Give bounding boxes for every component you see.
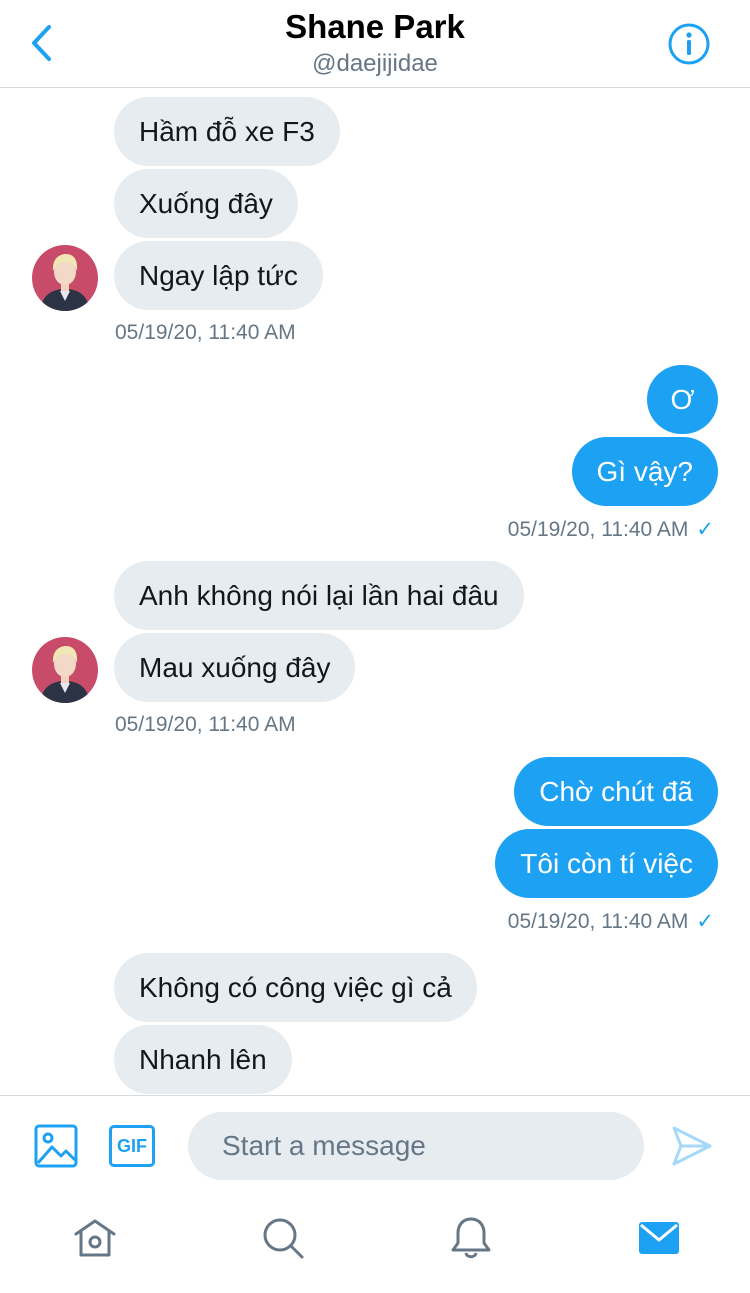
outgoing-message[interactable]: Gì vậy? bbox=[571, 437, 718, 506]
tab-search[interactable] bbox=[258, 1213, 308, 1263]
image-icon bbox=[34, 1124, 78, 1168]
avatar-image bbox=[32, 245, 98, 311]
info-button[interactable] bbox=[666, 21, 712, 67]
incoming-message[interactable]: Xuống đây bbox=[114, 169, 298, 238]
mail-icon bbox=[639, 1222, 679, 1254]
home-icon bbox=[74, 1219, 116, 1257]
message-timestamp: 05/19/20, 11:40 AM ✓ bbox=[508, 909, 714, 934]
image-button[interactable] bbox=[30, 1120, 82, 1172]
bell-icon bbox=[451, 1217, 491, 1259]
message-text: Nhanh lên bbox=[139, 1043, 267, 1075]
timestamp-text: 05/19/20, 11:40 AM bbox=[507, 910, 689, 933]
message-input[interactable] bbox=[188, 1112, 644, 1180]
message-text: Hầm đỗ xe F3 bbox=[139, 115, 315, 147]
message-text: Ơ bbox=[670, 383, 695, 415]
tab-home[interactable] bbox=[70, 1213, 120, 1263]
message-text: Anh không nói lại lần hai đâu bbox=[139, 579, 499, 611]
send-icon bbox=[672, 1126, 712, 1166]
incoming-message[interactable]: Anh không nói lại lần hai đâu bbox=[114, 561, 524, 630]
message-timestamp: 05/19/20, 11:40 AM ✓ bbox=[508, 517, 714, 542]
timestamp-text: 05/19/20, 11:40 AM bbox=[507, 518, 689, 541]
incoming-message[interactable]: Nhanh lên bbox=[114, 1025, 292, 1094]
message-text: Chờ chút đã bbox=[539, 775, 693, 807]
avatar-image bbox=[32, 637, 98, 703]
info-icon bbox=[668, 23, 710, 65]
gif-label: GIF bbox=[117, 1135, 147, 1156]
avatar[interactable] bbox=[32, 637, 98, 703]
read-check-icon: ✓ bbox=[696, 910, 714, 933]
tab-messages[interactable] bbox=[634, 1213, 684, 1263]
outgoing-message[interactable]: Chờ chút đã bbox=[514, 757, 718, 826]
message-timestamp: 05/19/20, 11:40 AM bbox=[115, 713, 296, 736]
tab-notifications[interactable] bbox=[446, 1213, 496, 1263]
incoming-message[interactable]: Ngay lập tức bbox=[114, 241, 323, 310]
gif-icon: GIF bbox=[109, 1125, 155, 1167]
incoming-message[interactable]: Mau xuống đây bbox=[114, 633, 356, 702]
tab-bar bbox=[0, 1195, 750, 1293]
avatar[interactable] bbox=[32, 245, 98, 311]
contact-name[interactable]: Shane Park bbox=[0, 8, 750, 46]
incoming-message[interactable]: Không có công việc gì cả bbox=[114, 953, 477, 1022]
message-text: Không có công việc gì cả bbox=[139, 971, 452, 1003]
message-text: Xuống đây bbox=[139, 187, 273, 219]
message-timestamp: 05/19/20, 11:40 AM bbox=[115, 321, 296, 344]
contact-handle[interactable]: @daejijidae bbox=[0, 50, 750, 78]
outgoing-message[interactable]: Ơ bbox=[647, 365, 718, 434]
read-check-icon: ✓ bbox=[696, 518, 714, 541]
search-icon bbox=[263, 1218, 304, 1259]
message-text: Tôi còn tí việc bbox=[520, 847, 693, 879]
outgoing-message[interactable]: Tôi còn tí việc bbox=[495, 829, 718, 898]
message-text: Ngay lập tức bbox=[139, 259, 298, 291]
message-composer: GIF bbox=[0, 1095, 750, 1195]
gif-button[interactable]: GIF bbox=[106, 1120, 158, 1172]
message-text: Mau xuống đây bbox=[139, 651, 331, 683]
incoming-message[interactable]: Hầm đỗ xe F3 bbox=[114, 97, 340, 166]
message-text: Gì vậy? bbox=[596, 455, 693, 487]
send-button[interactable] bbox=[668, 1122, 716, 1170]
conversation-header: Shane Park @daejijidae bbox=[0, 0, 750, 88]
